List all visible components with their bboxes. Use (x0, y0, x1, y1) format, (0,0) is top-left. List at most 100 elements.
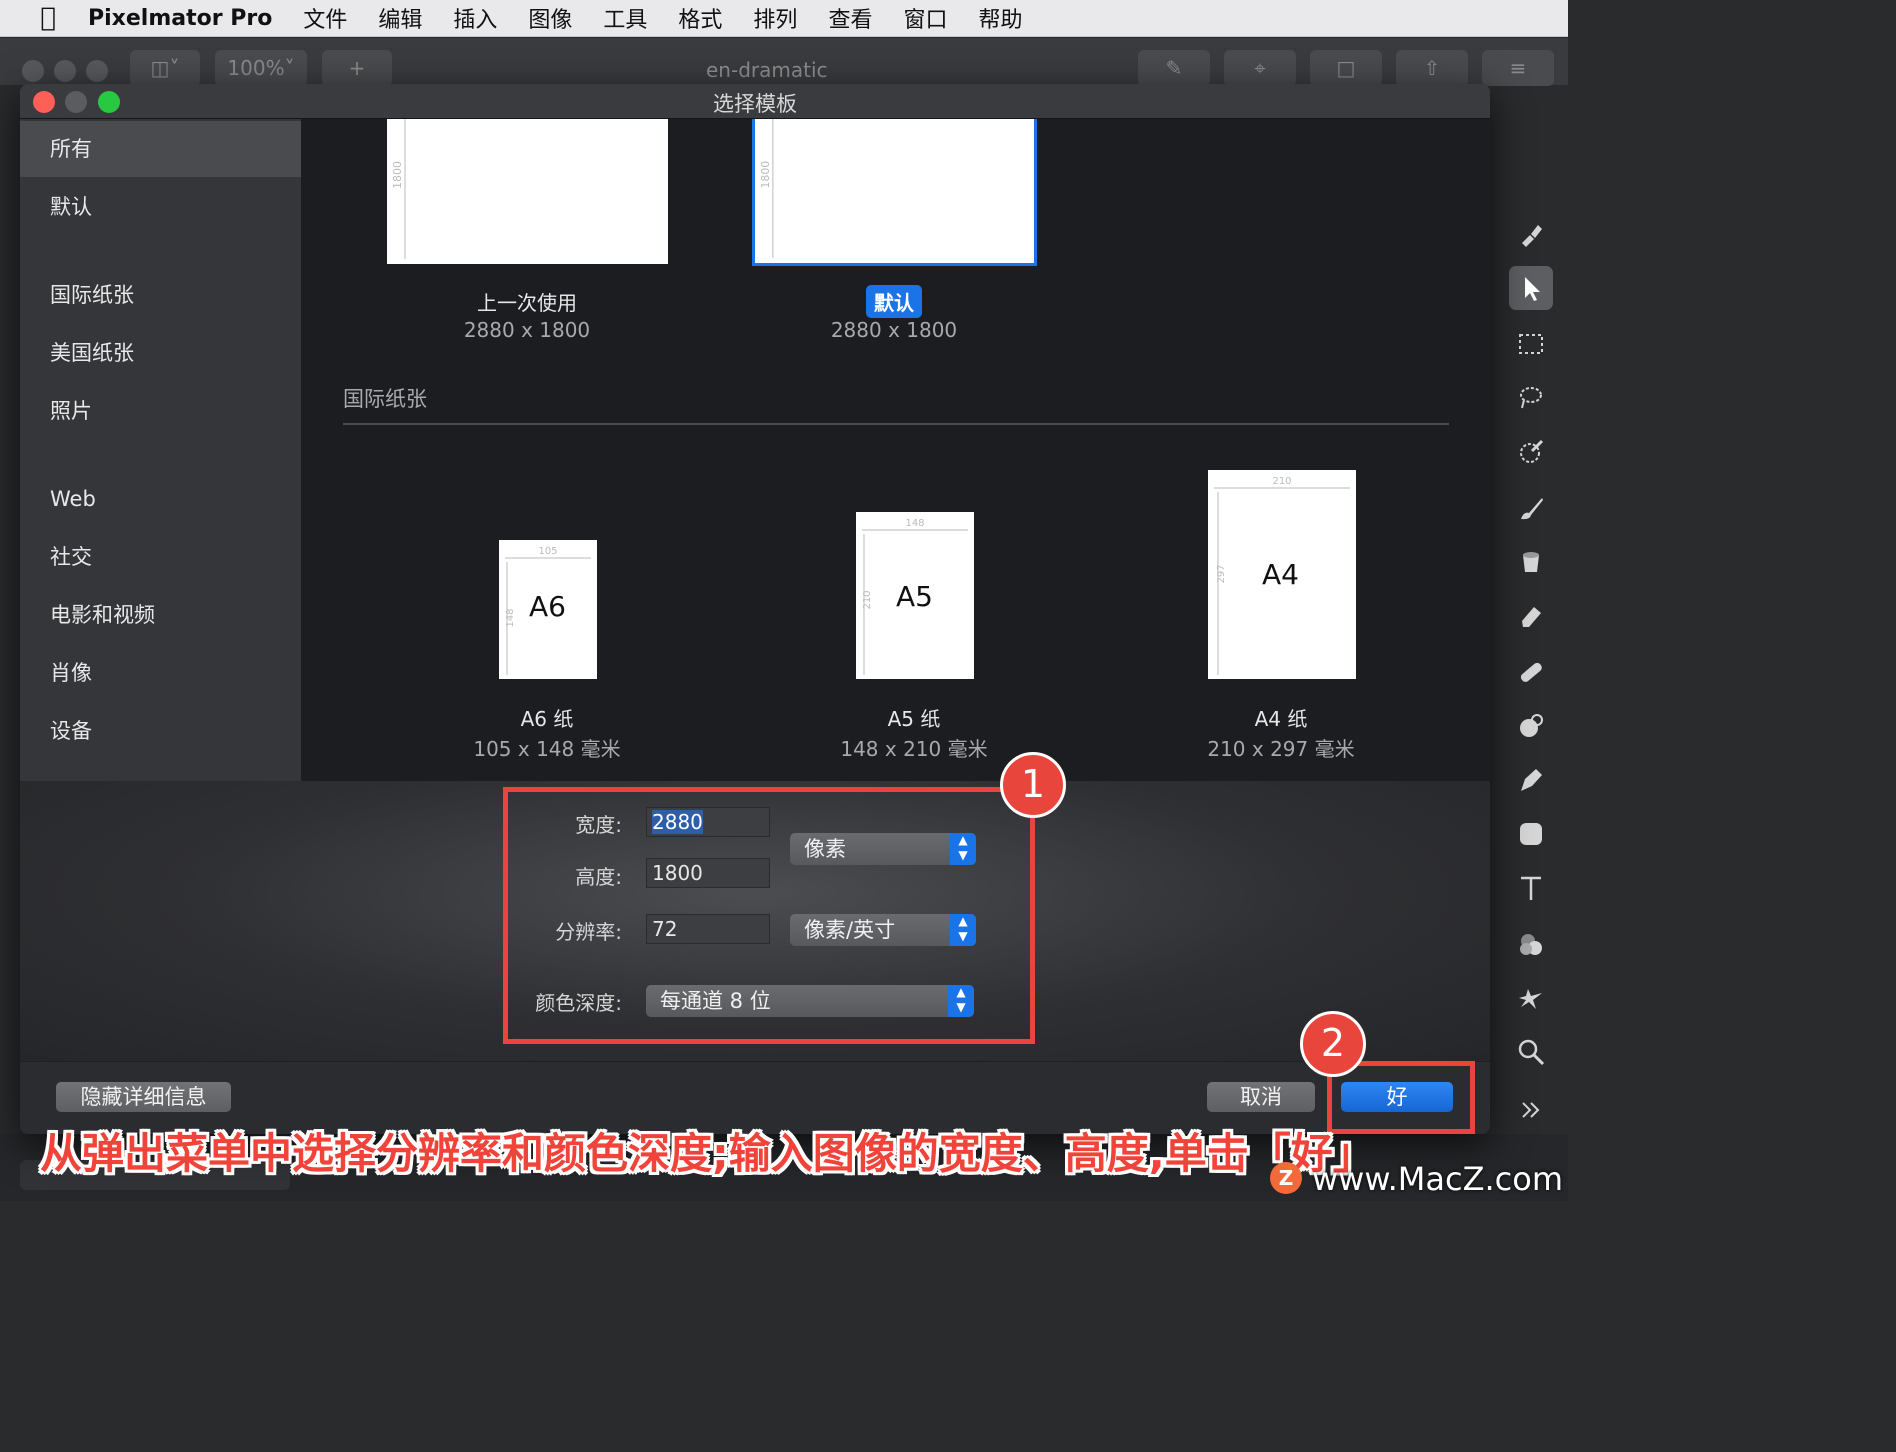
category-international-paper[interactable]: 国际纸张 (20, 267, 301, 323)
pen-icon (1521, 769, 1542, 791)
retouch-icon (1520, 714, 1543, 737)
menu-image[interactable]: 图像 (528, 2, 572, 34)
retouch-tool[interactable] (1509, 704, 1553, 748)
menu-tools[interactable]: 工具 (603, 2, 647, 34)
dimension-guides: 1800 (759, 119, 774, 259)
category-photo[interactable]: 照片 (20, 383, 301, 439)
eraser-icon (1522, 607, 1541, 627)
menu-arrange[interactable]: 排列 (753, 2, 797, 34)
pen-tool[interactable] (1509, 758, 1553, 802)
magic-select-icon (1520, 439, 1544, 463)
template-category-sidebar: 所有 默认 国际纸张 美国纸张 照片 Web 社交 电影和视频 肖像 设备 (20, 119, 301, 781)
menu-bar:  Pixelmator Pro 文件 编辑 插入 图像 工具 格式 排列 查看… (0, 0, 1568, 37)
share-toolbar-button[interactable]: ⇧ (1396, 50, 1468, 86)
chevron-down-icon: ˅ (284, 56, 295, 80)
minimize-button-dimmed[interactable] (54, 60, 76, 82)
annotation-badge-2: 2 (1300, 1011, 1366, 1077)
category-portrait[interactable]: 肖像 (20, 645, 301, 701)
zoom-button-dimmed[interactable] (86, 60, 108, 82)
paper-label-a4: A4 (1262, 558, 1299, 591)
template-a5-thumbnail[interactable]: 148 210 A5 (856, 512, 974, 679)
category-default[interactable]: 默认 (20, 179, 301, 235)
lasso-tool[interactable] (1509, 376, 1553, 420)
menu-view[interactable]: 查看 (828, 2, 872, 34)
fill-tool[interactable] (1509, 540, 1553, 584)
template-a4-name: A4 纸 (1254, 707, 1308, 731)
menu-help[interactable]: 帮助 (978, 2, 1022, 34)
hide-details-button[interactable]: 隐藏详细信息 (56, 1082, 231, 1112)
bandage-icon (1520, 662, 1542, 682)
section-divider (343, 423, 1449, 425)
double-chevron-right-icon (1522, 1102, 1540, 1118)
share-icon: ⇧ (1423, 56, 1441, 80)
brush-icon: ✎ (1165, 56, 1183, 80)
distort-tool[interactable] (1509, 976, 1553, 1020)
lasso-icon (1520, 387, 1542, 409)
repair-tool[interactable] (1509, 650, 1553, 694)
dim-label: 105 (538, 546, 557, 557)
menu-format[interactable]: 格式 (678, 2, 722, 34)
apple-icon[interactable]:  (30, 0, 66, 37)
distort-icon (1519, 989, 1542, 1009)
template-a6-size: 105 x 148 毫米 (473, 737, 621, 761)
more-tools-button[interactable] (1509, 1088, 1553, 1132)
rect-select-tool[interactable] (1509, 322, 1553, 366)
crop-icon: ⌖ (1254, 56, 1266, 80)
category-us-paper[interactable]: 美国纸张 (20, 325, 301, 381)
template-default-size: 2880 x 1800 (830, 318, 958, 342)
zoom-tool[interactable] (1509, 1030, 1553, 1074)
color-circles-icon (1520, 934, 1542, 955)
template-grid: 1800 上一次使用 2880 x 1800 1800 默认 2880 x 18… (301, 119, 1490, 781)
template-last-used-thumbnail[interactable]: 1800 (387, 119, 668, 264)
document-toolbar-button[interactable]: □ (1310, 50, 1382, 86)
category-devices[interactable]: 设备 (20, 703, 301, 759)
menu-insert[interactable]: 插入 (453, 2, 497, 34)
menu-file[interactable]: 文件 (303, 2, 347, 34)
section-title-international-paper: 国际纸张 (343, 387, 427, 411)
zoom-level-button[interactable]: 100% ˅ (215, 50, 307, 86)
template-default-name: 默认 (749, 285, 1039, 318)
add-button[interactable]: + (322, 50, 392, 86)
template-a4-size: 210 x 297 毫米 (1207, 737, 1355, 761)
shape-tool[interactable] (1509, 812, 1553, 856)
template-a4-thumbnail[interactable]: 210 297 A4 (1208, 470, 1356, 679)
cancel-button[interactable]: 取消 (1207, 1082, 1315, 1112)
brush-toolbar-button[interactable]: ✎ (1138, 50, 1210, 86)
category-film-video[interactable]: 电影和视频 (20, 587, 301, 643)
template-a6-name: A6 纸 (520, 707, 574, 731)
erase-tool[interactable] (1509, 594, 1553, 638)
app-name-menu[interactable]: Pixelmator Pro (88, 6, 272, 31)
category-social[interactable]: 社交 (20, 529, 301, 585)
style-tool[interactable] (1509, 212, 1553, 256)
template-last-used-name: 上一次使用 (477, 291, 577, 315)
crop-toolbar-button[interactable]: ⌖ (1224, 50, 1296, 86)
template-a6-thumbnail[interactable]: 105 148 A6 (499, 540, 597, 679)
quick-select-tool[interactable] (1509, 430, 1553, 474)
cursor-icon (1525, 277, 1540, 301)
dim-label: 210 (862, 590, 873, 609)
dialog-title: 选择模板 (713, 92, 797, 116)
sliders-icon: ≡ (1509, 56, 1527, 80)
adjust-toolbar-button[interactable]: ≡ (1482, 50, 1554, 86)
paint-tool[interactable] (1509, 486, 1553, 530)
default-badge: 默认 (866, 285, 922, 318)
type-tool[interactable] (1509, 866, 1553, 910)
sidebar-toggle-button[interactable]: ◫˅ (130, 50, 200, 86)
template-a5-name: A5 纸 (887, 707, 941, 731)
watermark-text: www.MacZ.com (1312, 1160, 1563, 1198)
rounded-square-icon (1520, 823, 1542, 845)
category-web[interactable]: Web (20, 471, 301, 527)
menu-edit[interactable]: 编辑 (378, 2, 422, 34)
color-adjust-tool[interactable] (1509, 922, 1553, 966)
dim-label: 297 (1216, 564, 1227, 583)
close-button-dimmed[interactable] (22, 60, 44, 82)
category-all[interactable]: 所有 (20, 121, 301, 177)
dim-label: 148 (905, 518, 924, 529)
menu-window[interactable]: 窗口 (903, 2, 947, 34)
arrange-tool[interactable] (1509, 266, 1553, 310)
template-default-thumbnail[interactable]: 1800 (752, 119, 1037, 266)
paper-label-a5: A5 (896, 580, 933, 613)
tool-strip (1491, 200, 1568, 1150)
paint-bucket-icon (1523, 552, 1539, 572)
dim-label: 1800 (759, 161, 772, 189)
